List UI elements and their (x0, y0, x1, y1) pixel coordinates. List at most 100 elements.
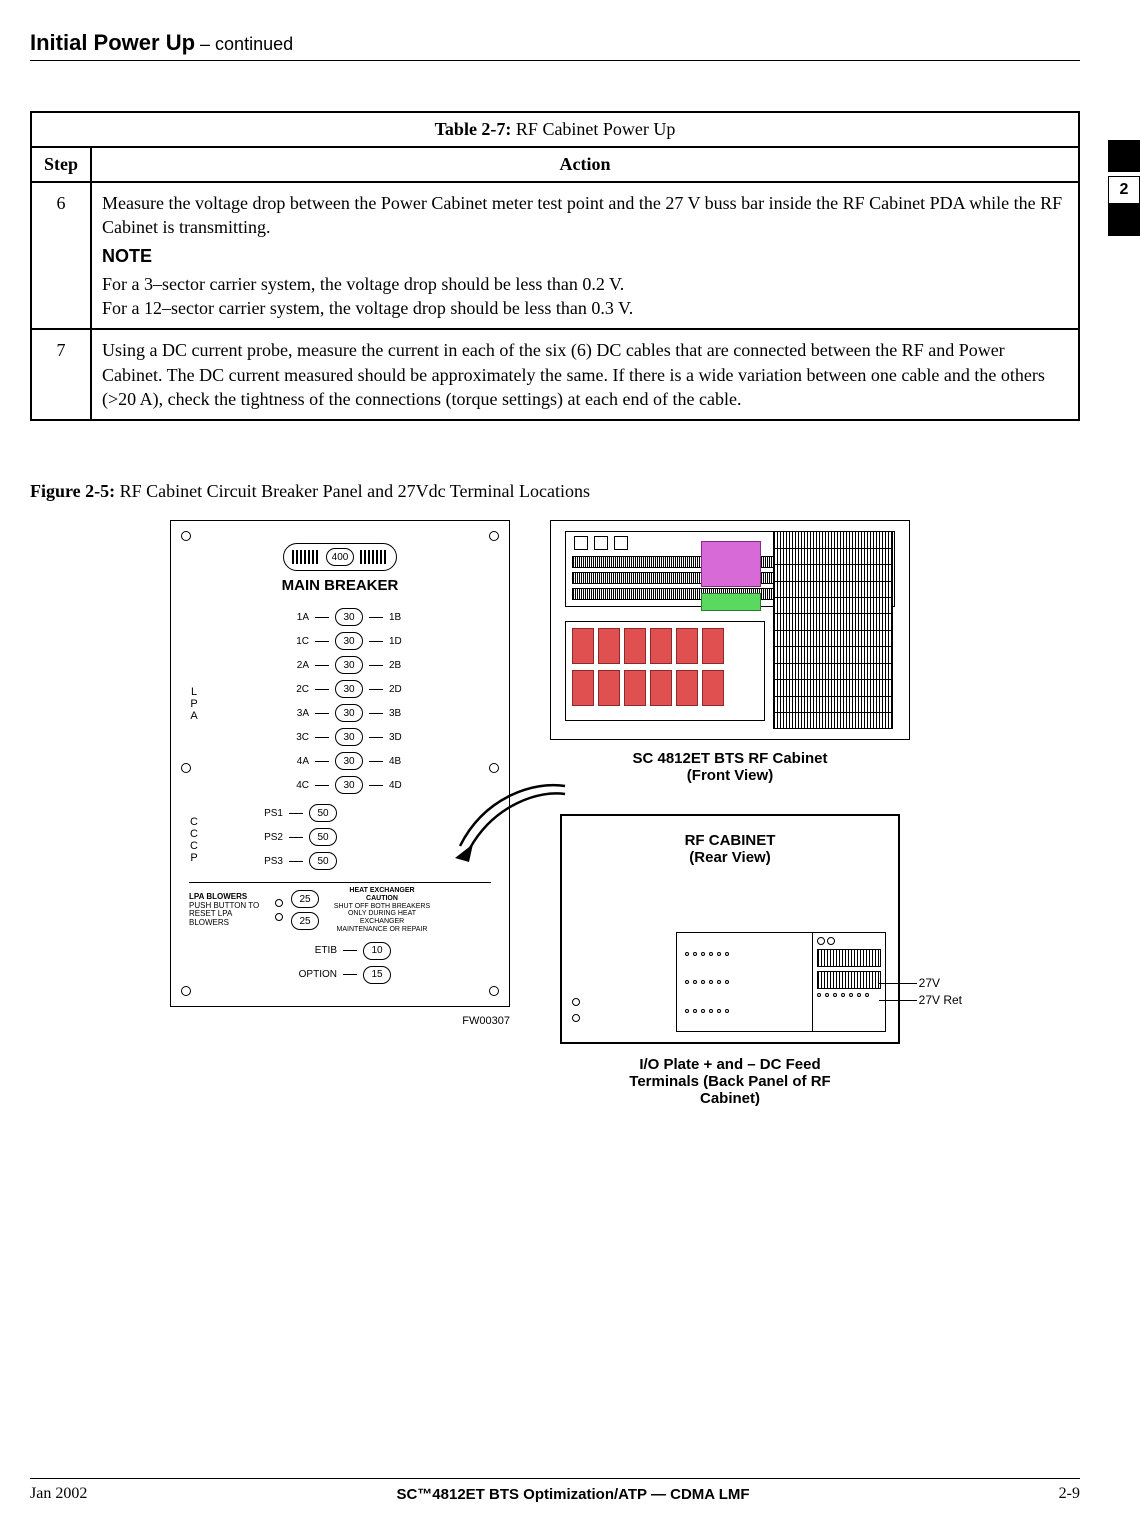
mount-hole-icon (572, 998, 580, 1006)
breaker-row: ETIB10 (189, 942, 491, 960)
lpa-section-label: L P A (189, 608, 207, 800)
side-tab-number: 2 (1108, 176, 1140, 204)
page-title-continued: – continued (195, 34, 293, 54)
io-plate (676, 932, 886, 1032)
highlight-module-icon (701, 541, 761, 587)
mount-hole-icon (489, 763, 499, 773)
rear-title-l1: RF CABINET (562, 832, 898, 849)
breaker-row: 1A301B (207, 608, 491, 626)
page-title: Initial Power Up – continued (30, 30, 1080, 61)
module-icon (572, 670, 594, 706)
voltage-labels: 27V 27V Ret (879, 975, 962, 1009)
step-cell: 7 (31, 329, 91, 420)
lpa-breaker-rows: 1A301B 1C301D 2A302B 2C302D 3A303B 3C303… (207, 608, 491, 800)
terminal-27v-ret (817, 971, 881, 989)
col-action-header: Action (91, 147, 1079, 182)
connector-icon (827, 937, 835, 945)
heat-text2: ONLY DURING HEAT EXCHANGER (327, 910, 437, 925)
mount-hole-icon (489, 986, 499, 996)
heat-breaker-val: 25 (291, 912, 319, 930)
col-step-header: Step (31, 147, 91, 182)
led-icon (275, 913, 283, 921)
lpa-leds (275, 899, 283, 921)
note-p2: For a 12–sector carrier system, the volt… (102, 296, 1068, 320)
action-text: Measure the voltage drop between the Pow… (102, 193, 1062, 237)
main-breaker-value: 400 (326, 548, 354, 566)
cccp-section-label: C C C P (189, 804, 207, 876)
action-cell: Measure the voltage drop between the Pow… (91, 182, 1079, 329)
figure-caption: Figure 2-5: RF Cabinet Circuit Breaker P… (30, 481, 1080, 502)
breaker-stripe-icon (360, 550, 388, 564)
module-icon (702, 670, 724, 706)
action-cell: Using a DC current probe, measure the cu… (91, 329, 1079, 420)
module-icon (702, 628, 724, 664)
table-row: 7 Using a DC current probe, measure the … (31, 329, 1079, 420)
note-p1: For a 3–sector carrier system, the volta… (102, 272, 1068, 296)
module-icon (624, 670, 646, 706)
mount-hole-icon (181, 531, 191, 541)
breaker-row: 1C301D (207, 632, 491, 650)
breaker-row: 4A304B (207, 752, 491, 770)
footer-date: Jan 2002 (30, 1485, 87, 1503)
connector-icon (817, 937, 825, 945)
heat-text1: SHUT OFF BOTH BREAKERS (327, 903, 437, 911)
fw-label: FW00307 (170, 1015, 510, 1027)
led-icon (275, 899, 283, 907)
figure-caption-text: RF Cabinet Circuit Breaker Panel and 27V… (120, 481, 590, 501)
module-icon (624, 628, 646, 664)
module-icon (598, 670, 620, 706)
heat-exchanger-row: LPA BLOWERS PUSH BUTTON TO RESET LPA BLO… (189, 882, 491, 933)
connector-row-icon (685, 952, 804, 956)
heat-title: HEAT EXCHANGER (327, 887, 437, 895)
cabinet-rear-view: RF CABINET (Rear View) (560, 814, 900, 1044)
main-breaker: 400 MAIN BREAKER (189, 543, 491, 594)
table-caption-prefix: Table 2-7: (435, 119, 516, 139)
io-caption: I/O Plate + and – DC Feed Terminals (Bac… (540, 1056, 920, 1107)
module-icon (676, 628, 698, 664)
label-27v: 27V (919, 976, 940, 990)
module-icon (614, 536, 628, 550)
procedure-table: Table 2-7: RF Cabinet Power Up Step Acti… (30, 111, 1080, 421)
table-caption: Table 2-7: RF Cabinet Power Up (31, 112, 1079, 147)
breaker-row: 2A302B (207, 656, 491, 674)
lpa-blowers-sub: PUSH BUTTON TO RESET LPA BLOWERS (189, 902, 267, 928)
cabinet-front-view (550, 520, 910, 740)
breaker-row: 2C302D (207, 680, 491, 698)
breaker-row: 3A303B (207, 704, 491, 722)
table-caption-text: RF Cabinet Power Up (516, 119, 676, 139)
connector-row-icon (685, 980, 804, 984)
heat-breaker-val: 25 (291, 890, 319, 908)
module-icon (598, 628, 620, 664)
breaker-row: 3C303D (207, 728, 491, 746)
module-icon (574, 536, 588, 550)
table-row: 6 Measure the voltage drop between the P… (31, 182, 1079, 329)
rack-slots (773, 531, 893, 729)
module-icon (650, 628, 672, 664)
mount-hole-icon (572, 1014, 580, 1022)
page-footer: Jan 2002 SC™4812ET BTS Optimization/ATP … (30, 1478, 1080, 1503)
breaker-row: OPTION15 (189, 966, 491, 984)
heat-caution: CAUTION (327, 895, 437, 903)
module-icon (594, 536, 608, 550)
mount-hole-icon (181, 986, 191, 996)
footer-page: 2-9 (1059, 1485, 1080, 1503)
breaker-stripe-icon (292, 550, 320, 564)
page-title-text: Initial Power Up (30, 30, 195, 55)
module-icon (650, 670, 672, 706)
highlight-module-icon (701, 593, 761, 611)
bottom-breakers: ETIB10 OPTION15 (189, 942, 491, 984)
step-cell: 6 (31, 182, 91, 329)
label-27v-ret: 27V Ret (919, 993, 962, 1007)
front-view-label: SC 4812ET BTS RF Cabinet (Front View) (550, 750, 910, 784)
action-text: Using a DC current probe, measure the cu… (102, 340, 1045, 409)
footer-title: SC™4812ET BTS Optimization/ATP — CDMA LM… (396, 1486, 749, 1503)
rear-title-l2: (Rear View) (562, 849, 898, 866)
side-tab-block-bottom (1108, 204, 1140, 236)
module-icon (676, 670, 698, 706)
heat-text3: MAINTENANCE OR REPAIR (327, 926, 437, 934)
mount-hole-icon (489, 531, 499, 541)
breaker-panel: 400 MAIN BREAKER L P A 1A301B 1C301D 2A3… (170, 520, 510, 1006)
figure-number: Figure 2-5: (30, 481, 120, 501)
lower-shelf (565, 621, 765, 721)
module-icon (572, 628, 594, 664)
